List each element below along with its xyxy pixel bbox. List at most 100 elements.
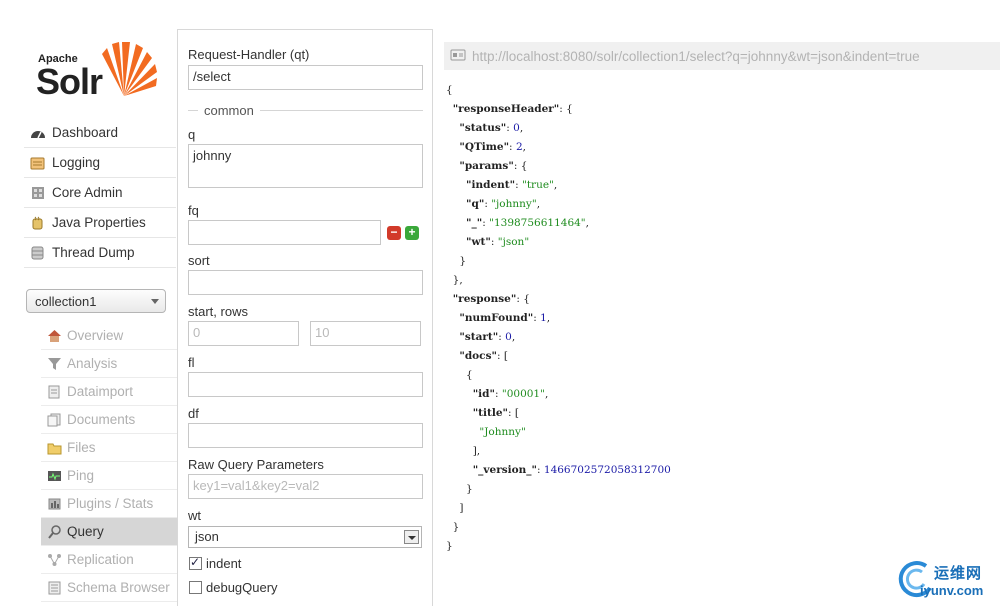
raw-params-label: Raw Query Parameters (188, 457, 324, 472)
status-value: 0 (513, 122, 520, 134)
nav-label: Schema Browser (67, 580, 170, 595)
q-label: q (188, 127, 196, 142)
param-indent-value: "true" (522, 179, 554, 191)
nav-label: Files (67, 440, 96, 455)
dashboard-icon (30, 126, 46, 140)
nav-label: Ping (67, 468, 95, 483)
nav-label: Thread Dump (52, 245, 135, 260)
solr-logo[interactable]: Apache Solr (36, 36, 160, 102)
funnel-icon (47, 357, 62, 371)
num-found-value: 1 (540, 312, 547, 324)
sort-label: sort (188, 253, 210, 268)
nav-label: Core Admin (52, 185, 123, 200)
nav-label: Plugins / Stats (67, 496, 154, 511)
nav-item-thread-dump[interactable]: Thread Dump (24, 238, 176, 268)
remove-fq-icon[interactable]: − (387, 226, 401, 240)
debug-query-label: debugQuery (206, 580, 278, 595)
nav-item-logging[interactable]: Logging (24, 148, 176, 178)
replication-icon (47, 553, 62, 567)
request-url-bar[interactable]: http://localhost:8080/solr/collection1/s… (444, 42, 1000, 70)
watermark-cn-text: 运维网 (934, 565, 983, 582)
chevron-down-icon (151, 299, 159, 304)
core-nav-item-documents[interactable]: Documents (41, 406, 177, 434)
nav-label: Documents (67, 412, 136, 427)
sort-input[interactable] (188, 270, 423, 295)
param-timestamp-value: "1398756611464" (489, 217, 586, 229)
core-nav-item-plugins-stats[interactable]: Plugins / Stats (41, 490, 177, 518)
param-wt-value: "json" (497, 236, 530, 248)
nav-label: Java Properties (52, 215, 146, 230)
doc-version-value: 1466702572058312700 (543, 464, 671, 476)
indent-checkbox[interactable] (189, 555, 202, 570)
nav-item-dashboard[interactable]: Dashboard (24, 118, 176, 148)
nav-label: Dataimport (67, 384, 134, 399)
folder-icon (47, 441, 62, 455)
add-fq-icon[interactable]: + (405, 226, 419, 240)
fq-input[interactable] (188, 220, 381, 245)
documents-icon (47, 413, 62, 427)
dataimport-icon (47, 385, 62, 399)
core-selector[interactable]: collection1 (26, 289, 166, 313)
home-icon (47, 329, 62, 343)
request-handler-label: Request-Handler (qt) (188, 47, 310, 62)
core-nav-item-query[interactable]: Query (41, 518, 177, 546)
debug-query-checkbox[interactable] (189, 581, 202, 594)
watermark-en-text: iyunv.com (920, 583, 984, 598)
doc-title-value: "Johnny" (479, 426, 526, 438)
logo-solr-text: Solr (36, 61, 103, 102)
nav-label: Overview (67, 328, 124, 343)
sunburst-icon (102, 42, 157, 96)
nav-label: Logging (52, 155, 101, 170)
start-rows-label: start, rows (188, 304, 248, 319)
magnifier-icon (47, 524, 62, 539)
core-nav-item-dataimport[interactable]: Dataimport (41, 378, 177, 406)
nav-item-java-properties[interactable]: Java Properties (24, 208, 176, 238)
thread-dump-icon (30, 246, 46, 260)
core-nav-item-schema-browser[interactable]: Schema Browser (41, 574, 177, 602)
request-handler-input[interactable]: /select (188, 65, 423, 90)
nav-label: Analysis (67, 356, 118, 371)
nav-label: Query (67, 524, 104, 539)
core-nav-item-analysis[interactable]: Analysis (41, 350, 177, 378)
json-response: { "responseHeader": { "status": 0, "QTim… (446, 84, 671, 552)
plugins-icon (47, 497, 62, 511)
core-nav: Overview Analysis Dataimport Documents F… (41, 322, 177, 602)
indent-label: indent (206, 556, 242, 571)
q-input[interactable]: johnny (188, 144, 423, 188)
core-nav-item-ping[interactable]: Ping (41, 462, 177, 490)
link-icon (450, 49, 466, 64)
fq-label: fq (188, 203, 199, 218)
nav-label: Dashboard (52, 125, 119, 140)
start-value: 0 (505, 331, 512, 343)
df-input[interactable] (188, 423, 423, 448)
logging-icon (30, 156, 46, 170)
core-admin-icon (30, 186, 46, 200)
java-properties-icon (30, 216, 46, 230)
nav-label: Replication (67, 552, 134, 567)
param-q-value: "johnny" (491, 198, 537, 210)
core-nav-item-files[interactable]: Files (41, 434, 177, 462)
wt-label: wt (188, 508, 201, 523)
chevron-down-icon (404, 530, 419, 544)
wt-select-value: json (195, 529, 219, 544)
main-nav: Dashboard Logging Core Admin Java Proper… (24, 118, 176, 268)
qtime-value: 2 (515, 141, 523, 153)
wt-select[interactable]: json (188, 526, 422, 548)
core-nav-item-overview[interactable]: Overview (41, 322, 177, 350)
raw-params-input[interactable]: key1=val1&key2=val2 (188, 474, 423, 499)
ping-icon (47, 469, 62, 483)
doc-id-value: "00001" (501, 388, 545, 400)
schema-icon (47, 581, 62, 595)
fl-input[interactable] (188, 372, 423, 397)
sidebar: Apache Solr Dashboard Logging Core Admin… (0, 0, 177, 606)
common-section-label: common (198, 103, 260, 118)
nav-item-core-admin[interactable]: Core Admin (24, 178, 176, 208)
query-form: Request-Handler (qt) /select common q jo… (177, 29, 433, 606)
request-url-link[interactable]: http://localhost:8080/solr/collection1/s… (472, 49, 920, 64)
core-selector-value: collection1 (35, 293, 97, 309)
watermark: 运维网 iyunv.com (894, 556, 1000, 606)
fl-label: fl (188, 355, 195, 370)
start-input[interactable]: 0 (188, 321, 299, 346)
core-nav-item-replication[interactable]: Replication (41, 546, 177, 574)
rows-input[interactable]: 10 (310, 321, 421, 346)
